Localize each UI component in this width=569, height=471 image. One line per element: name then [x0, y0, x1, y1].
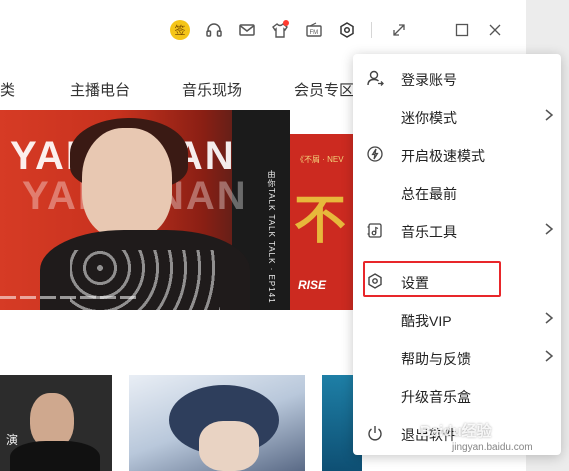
menu-item-login[interactable]: 登录账号 — [353, 60, 561, 96]
menu-item-label: 迷你模式 — [401, 110, 457, 126]
menu-item-upgrade[interactable]: 升级音乐盒 — [353, 377, 561, 413]
secondary-banner-caption: 《不屑 · NEV — [296, 155, 344, 164]
banner-dot[interactable] — [120, 296, 136, 299]
settings-highlight-annotation — [363, 261, 501, 297]
menu-item-label: 登录账号 — [401, 72, 457, 88]
chevron-right-icon — [543, 311, 557, 327]
featured-banner[interactable]: YANG NAN YANG NAN 由你TALK TALK TALK · EP1… — [0, 110, 290, 310]
banner-dot[interactable] — [100, 296, 116, 299]
banner-dot[interactable] — [0, 296, 16, 299]
svg-text:FM: FM — [310, 30, 319, 36]
toolbar-divider — [371, 22, 372, 38]
secondary-banner-brand: RISE — [298, 278, 327, 292]
maximize-icon[interactable] — [452, 20, 472, 40]
power-icon — [365, 423, 385, 443]
nav-item-anchor-radio[interactable]: 主播电台 — [70, 79, 130, 100]
secondary-banner-title: 不 — [294, 192, 347, 250]
playlist-thumbnail[interactable]: 演 — [0, 375, 112, 471]
banner-vertical-text: 由你TALK TALK TALK · EP141 — [267, 170, 276, 304]
chevron-right-icon — [543, 349, 557, 365]
thumbnail-anime-face — [199, 421, 259, 471]
menu-item-label: 音乐工具 — [401, 224, 457, 240]
menu-item-label: 总在最前 — [401, 186, 457, 202]
menu-item-always-on-top[interactable]: 总在最前 — [353, 174, 561, 210]
nav-item-live-music[interactable]: 音乐现场 — [182, 79, 242, 100]
chevron-right-icon — [543, 222, 557, 238]
banner-pagination[interactable] — [0, 296, 136, 299]
nav-item-vip-zone[interactable]: 会员专区 — [294, 79, 354, 100]
lightning-icon — [365, 144, 385, 164]
banner-dot[interactable] — [60, 296, 76, 299]
sign-in-badge[interactable]: 签 — [170, 20, 190, 40]
artist-face — [82, 128, 172, 238]
menu-item-label: 帮助与反馈 — [401, 351, 471, 367]
menu-item-vip[interactable]: 酷我VIP — [353, 301, 561, 337]
menu-item-label: 酷我VIP — [401, 313, 452, 329]
headphones-icon[interactable] — [204, 20, 224, 40]
menu-item-music-tools[interactable]: 音乐工具 — [353, 212, 561, 248]
watermark-url: jingyan.baidu.com — [452, 442, 533, 453]
mini-mode-icon[interactable] — [389, 20, 409, 40]
close-icon[interactable] — [485, 20, 505, 40]
mail-icon[interactable] — [237, 20, 257, 40]
banner-dot[interactable] — [20, 296, 36, 299]
chevron-right-icon — [543, 108, 557, 124]
settings-hex-icon[interactable] — [337, 20, 357, 40]
secondary-banner[interactable]: 《不屑 · NEV 不 RISE — [290, 134, 360, 310]
banner-dot[interactable] — [40, 296, 56, 299]
banner-dot[interactable] — [80, 296, 96, 299]
music-tool-icon — [365, 220, 385, 240]
menu-item-help-feedback[interactable]: 帮助与反馈 — [353, 339, 561, 375]
playlist-thumbnail[interactable] — [129, 375, 305, 471]
jacket-pattern — [70, 250, 220, 310]
menu-item-label: 升级音乐盒 — [401, 389, 471, 405]
main-menu-dropdown: 登录账号 迷你模式 开启极速模式 总在最前 音乐工具 设置 酷我VIP 帮助与反… — [353, 54, 561, 455]
nav-item-category[interactable]: 分类 — [0, 79, 15, 100]
menu-item-mini-mode[interactable]: 迷你模式 — [353, 98, 561, 134]
notification-dot — [283, 20, 289, 26]
user-login-icon — [365, 68, 385, 88]
menu-item-fast-mode[interactable]: 开启极速模式 — [353, 136, 561, 172]
thumbnail-tag: 演 — [6, 433, 19, 447]
watermark: Baidu经验 — [420, 423, 492, 440]
thumbnail-suit — [10, 441, 100, 471]
menu-item-label: 开启极速模式 — [401, 148, 485, 164]
fm-icon[interactable]: FM — [304, 20, 324, 40]
